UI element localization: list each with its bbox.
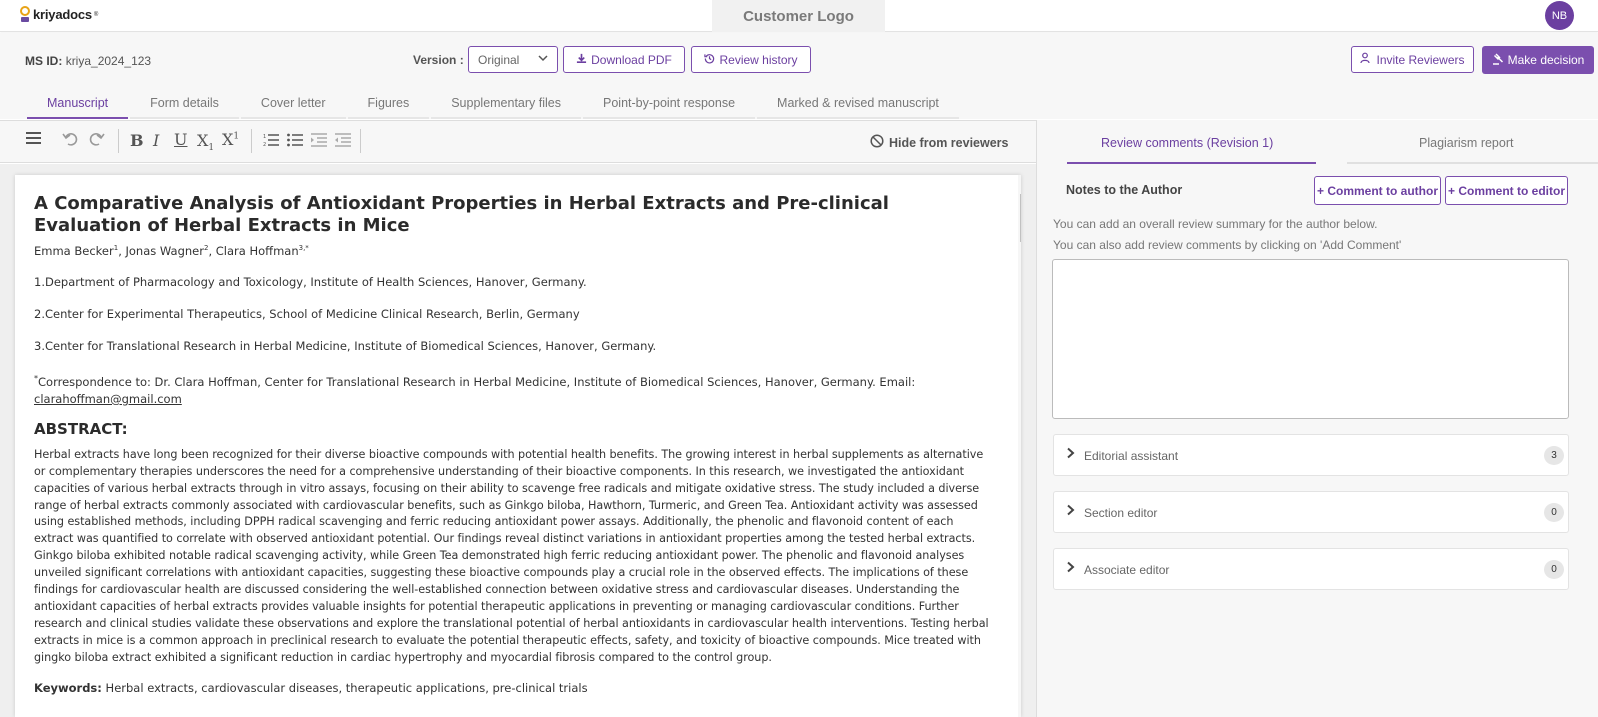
svg-text:1: 1: [263, 134, 266, 140]
tab-figures[interactable]: Figures: [347, 92, 430, 119]
accordion-associate-editor[interactable]: Associate editor 0: [1053, 548, 1569, 590]
abstract-text: Herbal extracts have long been recognize…: [34, 447, 989, 664]
hide-from-reviewers-button[interactable]: Hide from reviewers: [870, 134, 1009, 151]
indent-icon[interactable]: [311, 133, 327, 151]
tab-supplementary-files[interactable]: Supplementary files: [431, 92, 581, 119]
tab-point-by-point-response[interactable]: Point-by-point response: [583, 92, 756, 119]
editor-toolbar: B I U X1 X1 12 Hide from reviewers: [0, 120, 1036, 163]
ordered-list-icon[interactable]: 12: [263, 133, 279, 151]
italic-icon[interactable]: I: [153, 131, 159, 150]
article-title: A Comparative Analysis of Antioxidant Pr…: [34, 193, 889, 236]
count-badge: 3: [1544, 446, 1564, 465]
invite-reviewers-button[interactable]: Invite Reviewers: [1351, 46, 1474, 73]
user-plus-icon: [1360, 52, 1372, 67]
notes-title: Notes to the Author: [1066, 183, 1183, 197]
brand-name: kriyadocs: [33, 7, 92, 22]
version-label: Version :: [413, 53, 464, 67]
accordion-editorial-assistant[interactable]: Editorial assistant 3: [1053, 434, 1569, 476]
affiliation: 1.Department of Pharmacology and Toxicol…: [34, 275, 587, 289]
email-link[interactable]: clarahoffman@gmail.com: [34, 392, 182, 406]
undo-icon[interactable]: [62, 131, 79, 151]
affiliation: 2.Center for Experimental Therapeutics, …: [34, 307, 580, 321]
tab-form-details[interactable]: Form details: [130, 92, 239, 119]
download-icon: [576, 53, 587, 67]
author-name: Clara Hoffman: [215, 244, 299, 258]
chevron-right-icon: [1066, 504, 1075, 519]
tab-plagiarism-report[interactable]: Plagiarism report: [1419, 136, 1513, 150]
comment-to-editor-button[interactable]: + Comment to editor: [1445, 176, 1568, 205]
tab-review-comments[interactable]: Review comments (Revision 1): [1101, 136, 1273, 150]
subscript-icon[interactable]: X1: [197, 131, 214, 153]
avatar[interactable]: NB: [1545, 1, 1574, 30]
notes-to-author-textarea[interactable]: [1052, 259, 1569, 419]
review-panel: Review comments (Revision 1) Plagiarism …: [1036, 120, 1598, 717]
download-pdf-button[interactable]: Download PDF: [563, 46, 685, 73]
comment-to-author-button[interactable]: + Comment to author: [1314, 176, 1441, 205]
chevron-down-icon: [537, 52, 549, 67]
chevron-right-icon: [1066, 447, 1075, 462]
count-badge: 0: [1544, 560, 1564, 579]
manuscript-tabs: Manuscript Form details Cover letter Fig…: [27, 92, 959, 119]
make-decision-button[interactable]: Make decision: [1482, 46, 1594, 74]
affiliation: 3.Center for Translational Research in H…: [34, 339, 657, 353]
accordion-section-editor[interactable]: Section editor 0: [1053, 491, 1569, 533]
block-icon: [870, 134, 884, 151]
manuscript-page[interactable]: A Comparative Analysis of Antioxidant Pr…: [15, 175, 1021, 717]
review-history-button[interactable]: Review history: [691, 46, 811, 73]
gavel-icon: [1492, 52, 1504, 68]
document-area: A Comparative Analysis of Antioxidant Pr…: [0, 164, 1036, 717]
logo-icon: [19, 6, 31, 23]
version-selected: Original: [478, 53, 520, 67]
version-select[interactable]: Original: [468, 46, 558, 73]
author-name: Jonas Wagner: [125, 244, 204, 258]
tab-manuscript[interactable]: Manuscript: [27, 92, 129, 119]
manuscript-content[interactable]: A Comparative Analysis of Antioxidant Pr…: [34, 193, 994, 695]
keywords-value: Herbal extracts, cardiovascular diseases…: [105, 680, 588, 695]
brand-logo[interactable]: kriyadocs ®: [19, 6, 98, 23]
bullet-list-icon[interactable]: [287, 133, 303, 151]
keywords: Keywords: Herbal extracts, cardiovascula…: [34, 681, 994, 695]
keywords-label: Keywords:: [34, 680, 102, 695]
count-badge: 0: [1544, 503, 1564, 522]
redo-icon[interactable]: [88, 131, 105, 151]
ms-id-value: kriya_2024_123: [65, 54, 152, 68]
svg-text:2: 2: [263, 142, 266, 147]
superscript-icon[interactable]: X1: [222, 130, 239, 149]
correspondence: *Correspondence to: Dr. Clara Hoffman, C…: [34, 374, 916, 406]
review-hint: You can also add review comments by clic…: [1053, 238, 1402, 252]
tab-cover-letter[interactable]: Cover letter: [240, 92, 346, 119]
author-name: Emma Becker: [34, 244, 114, 258]
author-list: Emma Becker1, Jonas Wagner2, Clara Hoffm…: [34, 244, 309, 258]
document-scrollbar[interactable]: ▲ ▼: [1018, 175, 1021, 717]
manuscript-header: MS ID: kriya_2024_123 Version : Original…: [0, 33, 1598, 119]
menu-icon[interactable]: [25, 130, 42, 150]
bold-icon[interactable]: B: [130, 131, 144, 150]
ms-id: MS ID: kriya_2024_123: [25, 54, 152, 68]
abstract-heading: ABSTRACT:: [34, 419, 128, 438]
tab-marked-revised-manuscript[interactable]: Marked & revised manuscript: [757, 92, 959, 119]
ms-id-label: MS ID: [25, 54, 59, 68]
underline-icon[interactable]: U: [174, 130, 187, 149]
outdent-icon[interactable]: [335, 133, 351, 151]
scroll-thumb[interactable]: [1020, 194, 1021, 242]
chevron-right-icon: [1066, 561, 1075, 576]
customer-logo: Customer Logo: [712, 0, 885, 32]
review-hint: You can add an overall review summary fo…: [1053, 217, 1378, 231]
top-bar: kriyadocs ® Customer Logo NB: [0, 0, 1598, 32]
history-icon: [704, 53, 715, 67]
